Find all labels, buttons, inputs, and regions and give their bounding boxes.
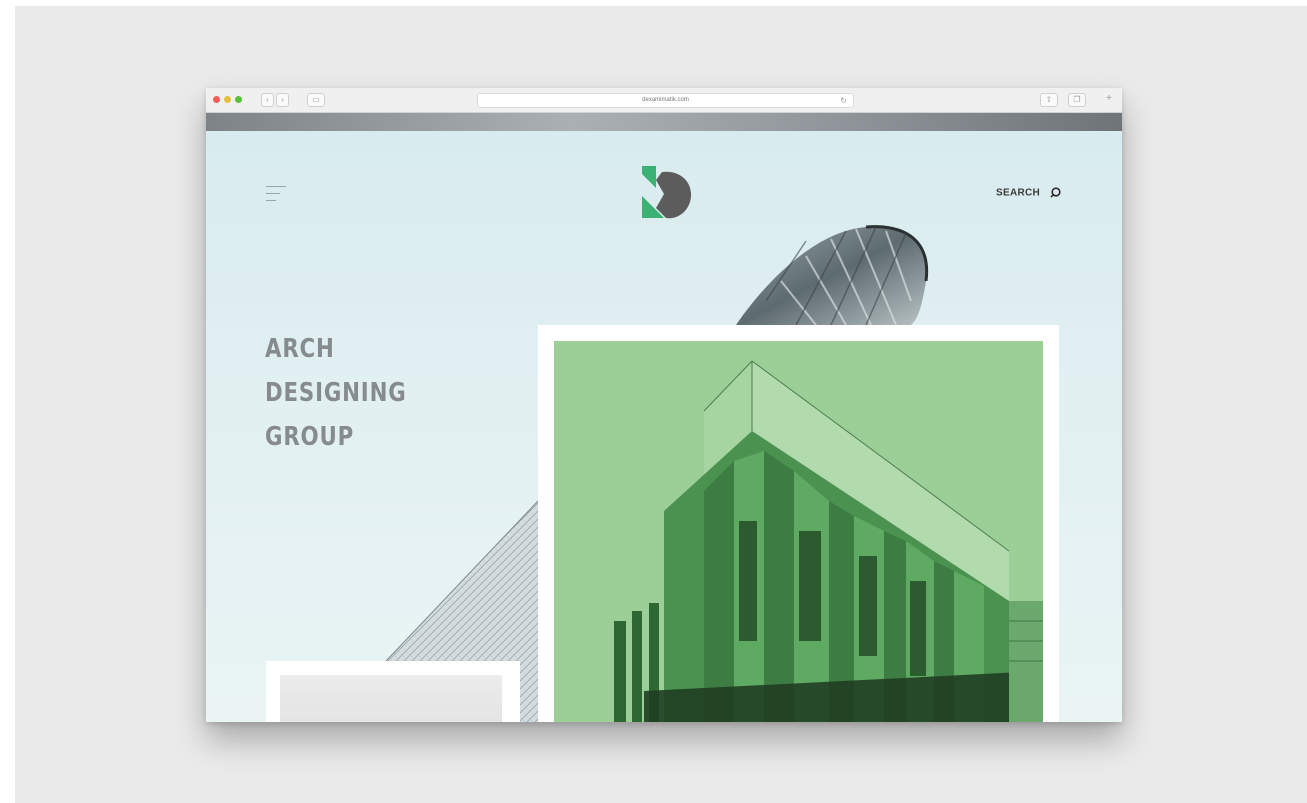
green-building-illustration	[554, 341, 1043, 722]
minimize-window-button[interactable]	[224, 96, 231, 103]
brand-logo[interactable]	[642, 166, 692, 222]
address-bar-url: dexamimatik.com	[642, 97, 689, 103]
browser-window: ‹ › ▭ dexamimatik.com ↻ ⇧ ❐ + SEARCH ARC…	[206, 88, 1122, 722]
back-button[interactable]: ‹	[261, 93, 274, 107]
hero-title: ARCH DESIGNING GROUP	[265, 327, 407, 459]
featured-image-card[interactable]	[538, 325, 1059, 722]
page-content: SEARCH ARCH DESIGNING GROUP	[206, 131, 1122, 722]
hero-image-strip	[206, 113, 1122, 131]
new-tab-button[interactable]: +	[1102, 93, 1116, 105]
search-label: SEARCH	[996, 187, 1041, 199]
search-control[interactable]: SEARCH	[996, 184, 1062, 199]
hero-title-line-2: DESIGNING	[265, 378, 407, 408]
browser-toolbar: ‹ › ▭ dexamimatik.com ↻ ⇧ ❐ +	[206, 88, 1122, 113]
reload-icon[interactable]: ↻	[840, 94, 847, 107]
hero-title-line-1: ARCH	[265, 334, 335, 364]
sidebar-toggle-button[interactable]: ▭	[307, 93, 325, 107]
address-bar[interactable]: dexamimatik.com ↻	[477, 93, 854, 108]
forward-button[interactable]: ›	[276, 93, 289, 107]
secondary-image	[280, 675, 502, 722]
hero-title-line-3: GROUP	[265, 422, 355, 452]
menu-icon[interactable]	[266, 186, 286, 204]
tabs-overview-button[interactable]: ❐	[1068, 93, 1086, 107]
search-icon[interactable]	[1050, 187, 1062, 198]
secondary-image-card[interactable]	[266, 661, 520, 722]
featured-building-image	[554, 341, 1043, 722]
close-window-button[interactable]	[213, 96, 220, 103]
maximize-window-button[interactable]	[235, 96, 242, 103]
share-button[interactable]: ⇧	[1040, 93, 1058, 107]
